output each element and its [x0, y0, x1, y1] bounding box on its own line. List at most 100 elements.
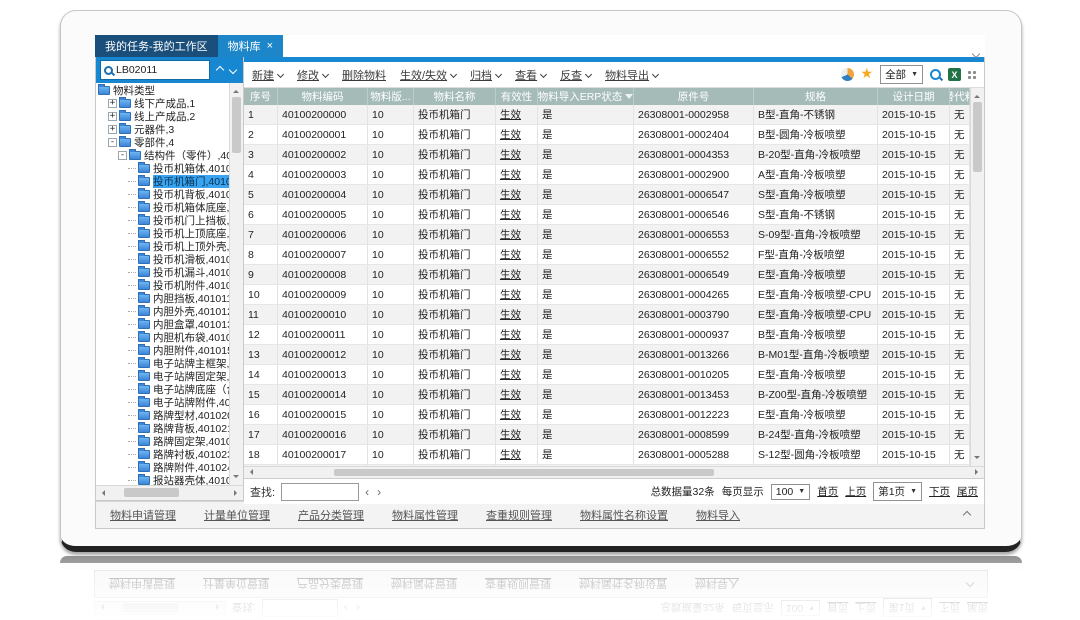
cell[interactable]: 生效 [496, 325, 538, 344]
tree-item[interactable]: 投币机上顶底座,4010 [96, 227, 229, 240]
scroll-thumb[interactable] [973, 102, 982, 172]
find-prev-icon[interactable]: ‹ [365, 485, 369, 499]
toolbar-dropdown-icon[interactable] [277, 71, 284, 78]
tree-horizontal-scrollbar[interactable] [96, 485, 243, 500]
scope-filter-dropdown[interactable]: 全部 ▼ [880, 65, 923, 84]
table-row[interactable]: 104010020000910投币机箱门生效是26308001-0004265E… [244, 285, 970, 305]
table-row[interactable]: 84010020000710投币机箱门生效是26308001-0006552F型… [244, 245, 970, 265]
tree-expander-icon[interactable]: + [108, 125, 117, 134]
tree-item[interactable]: 内胆挡板,401011 [96, 292, 229, 305]
tree-item[interactable]: 路牌型材,401020 [96, 409, 229, 422]
table-row[interactable]: 164010020001510投币机箱门生效是26308001-0012223E… [244, 405, 970, 425]
table-row[interactable]: 34010020000210投币机箱门生效是26308001-0004353B-… [244, 145, 970, 165]
cell[interactable]: 生效 [496, 405, 538, 424]
tree-item[interactable]: 投币机箱门,401002 [96, 175, 229, 188]
search-next-icon[interactable] [229, 66, 237, 74]
tree-expander-icon[interactable]: + [108, 99, 117, 108]
bottom-link-1[interactable]: 物料申请管理 [110, 507, 176, 523]
column-header-8[interactable]: 规格 [754, 88, 878, 105]
scroll-down-icon[interactable] [233, 475, 239, 481]
search-prev-icon[interactable] [216, 66, 224, 74]
tree-item[interactable]: 路牌固定架,401022 [96, 435, 229, 448]
links-collapse-icon[interactable] [964, 509, 970, 521]
bottom-link-4[interactable]: 物料属性管理 [392, 507, 458, 523]
tree-vertical-scrollbar[interactable] [229, 83, 243, 485]
tab-material-library[interactable]: 物料库 × [218, 35, 283, 57]
table-row[interactable]: 184010020001710投币机箱门生效是26308001-0005288S… [244, 445, 970, 465]
cell[interactable]: 生效 [496, 105, 538, 124]
tree-root[interactable]: 物料类型 [96, 84, 229, 97]
next-page-link[interactable]: 下页 [929, 484, 950, 499]
filter-icon[interactable] [625, 94, 633, 99]
tree-item[interactable]: 电子站牌固定架,4010 [96, 370, 229, 383]
tree-item[interactable]: 投币机上顶外壳,4010 [96, 240, 229, 253]
toolbar-dropdown-icon[interactable] [322, 71, 329, 78]
column-header-1[interactable]: 序号 [244, 88, 278, 105]
tree-item[interactable]: 内胆附件,401015 [96, 344, 229, 357]
table-row[interactable]: 134010020001210投币机箱门生效是26308001-0013266B… [244, 345, 970, 365]
column-header-2[interactable]: 物料编码 [278, 88, 368, 105]
scroll-thumb[interactable] [124, 488, 179, 497]
cell[interactable]: 生效 [496, 365, 538, 384]
tree-expander-icon[interactable]: + [108, 112, 117, 121]
chart-icon[interactable] [841, 68, 854, 81]
toolbar-dropdown-icon[interactable] [450, 71, 457, 78]
prev-page-link[interactable]: 上页 [845, 484, 866, 499]
scroll-left-icon[interactable] [247, 469, 253, 475]
bottom-link-3[interactable]: 产品分类管理 [298, 507, 364, 523]
toolbar-item-label[interactable]: 反查 [560, 67, 582, 83]
excel-export-icon[interactable]: X [948, 68, 961, 81]
first-page-link[interactable]: 首页 [817, 484, 838, 499]
find-input[interactable] [281, 483, 359, 501]
column-header-6[interactable]: 物料导入ERP状态 [538, 88, 634, 105]
cell[interactable]: 生效 [496, 305, 538, 324]
scroll-up-icon[interactable] [233, 87, 239, 93]
toolbar-item-label[interactable]: 新建 [252, 67, 274, 83]
toolbar-dropdown-icon[interactable] [652, 71, 659, 78]
grid-vertical-scrollbar[interactable] [970, 88, 984, 466]
table-row[interactable]: 174010020001610投币机箱门生效是26308001-0008599B… [244, 425, 970, 445]
cell[interactable]: 生效 [496, 185, 538, 204]
tree-item[interactable]: 路牌衬板,401023 [96, 448, 229, 461]
tree-item[interactable]: 投币机附件,401010 [96, 279, 229, 292]
cell[interactable]: 生效 [496, 265, 538, 284]
cell[interactable]: 生效 [496, 145, 538, 164]
tree-item[interactable]: -结构件（零件）,401 [96, 149, 229, 162]
table-row[interactable]: 124010020001110投币机箱门生效是26308001-0000937B… [244, 325, 970, 345]
tree-item[interactable]: 投币机背板,401003 [96, 188, 229, 201]
bottom-link-2[interactable]: 计量单位管理 [204, 507, 270, 523]
column-header-5[interactable]: 有效性 [496, 88, 538, 105]
cell[interactable]: 生效 [496, 285, 538, 304]
bottom-link-7[interactable]: 物料导入 [696, 507, 740, 523]
tree-item[interactable]: +线上产成品,2 [96, 110, 229, 123]
tree-item[interactable]: 投币机门上挡板,4010 [96, 214, 229, 227]
cell[interactable]: 生效 [496, 125, 538, 144]
toolbar-item-label[interactable]: 物料导出 [605, 67, 649, 83]
tree-item[interactable]: 内胆外壳,401012 [96, 305, 229, 318]
bottom-link-6[interactable]: 物料属性名称设置 [580, 507, 668, 523]
last-page-link[interactable]: 尾页 [957, 484, 978, 499]
scroll-right-icon[interactable] [234, 490, 240, 496]
tree-item[interactable]: 内胆盒罩,401013 [96, 318, 229, 331]
toolbar-item-label[interactable]: 查看 [515, 67, 537, 83]
table-row[interactable]: 144010020001310投币机箱门生效是26308001-0010205E… [244, 365, 970, 385]
table-row[interactable]: 14010020000010投币机箱门生效是26308001-0002958B型… [244, 105, 970, 125]
cell[interactable]: 生效 [496, 425, 538, 444]
cell[interactable]: 生效 [496, 165, 538, 184]
cell[interactable]: 生效 [496, 245, 538, 264]
tree-item[interactable]: 投币机箱体,401001 [96, 162, 229, 175]
toolbar-item-label[interactable]: 修改 [297, 67, 319, 83]
table-row[interactable]: 44010020000310投币机箱门生效是26308001-0002900A型… [244, 165, 970, 185]
table-row[interactable]: 114010020001010投币机箱门生效是26308001-0003790E… [244, 305, 970, 325]
tab-close-icon[interactable]: × [267, 41, 273, 52]
cell[interactable]: 生效 [496, 225, 538, 244]
tree-item[interactable]: 电子站牌主框架,4010 [96, 357, 229, 370]
tree-item[interactable]: 投币机箱体底座,4010 [96, 201, 229, 214]
tree-item[interactable]: 投币机滑板,401008 [96, 253, 229, 266]
tree-item[interactable]: -零部件,4 [96, 136, 229, 149]
column-header-4[interactable]: 物料名称 [414, 88, 496, 105]
tree-search-input[interactable] [116, 64, 206, 76]
tree-item[interactable]: +元器件,3 [96, 123, 229, 136]
column-header-10[interactable]: 替代料 [950, 88, 970, 105]
toolbar-item-label[interactable]: 生效/失效 [400, 67, 447, 83]
